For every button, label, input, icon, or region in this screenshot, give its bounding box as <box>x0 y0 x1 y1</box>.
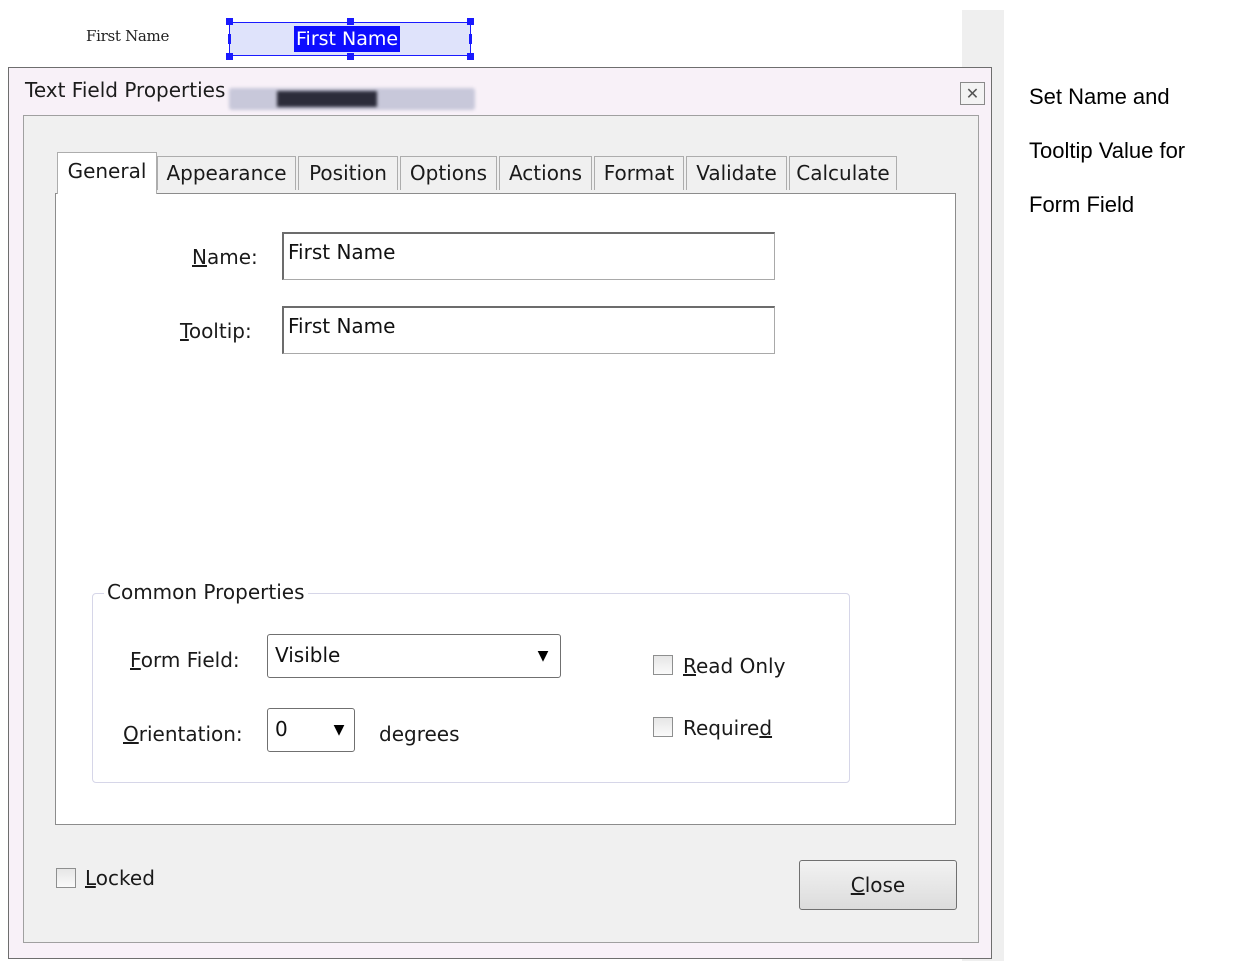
selected-form-field[interactable]: First Name <box>229 22 471 56</box>
mnemonic: T <box>180 319 189 343</box>
caption-text: Set Name and Tooltip Value for Form Fiel… <box>1029 70 1234 232</box>
resize-handle[interactable] <box>347 53 354 60</box>
button-label: lose <box>864 873 906 897</box>
tab-appearance[interactable]: Appearance <box>157 156 296 190</box>
tab-label: Actions <box>508 161 583 185</box>
tooltip-label: Tooltip: <box>180 319 252 343</box>
label-text: ead Only <box>696 654 786 678</box>
caption-line: Set Name and <box>1029 84 1170 109</box>
tab-label: Format <box>603 161 675 185</box>
select-value: Visible <box>275 643 341 667</box>
tab-label: Options <box>409 161 488 185</box>
form-field-text: First Name <box>294 26 401 52</box>
orientation-select[interactable]: 0 ▼ <box>267 708 355 752</box>
select-value: 0 <box>275 717 288 741</box>
label-text: ocked <box>95 866 155 890</box>
tab-validate[interactable]: Validate <box>686 156 787 190</box>
form-field-visibility-select[interactable]: Visible ▼ <box>267 634 561 678</box>
resize-handle[interactable] <box>226 53 233 60</box>
label-text: ooltip: <box>188 319 252 343</box>
tab-label: Position <box>309 161 387 185</box>
mnemonic: O <box>123 722 139 746</box>
resize-handle[interactable] <box>467 53 474 60</box>
tab-label: Calculate <box>796 161 890 185</box>
name-input[interactable]: First Name <box>282 232 775 280</box>
dialog-title: Text Field Properties <box>25 78 226 102</box>
tab-label: Validate <box>696 161 777 185</box>
form-field-label: Form Field: <box>130 648 240 672</box>
drag-ghost <box>229 88 475 110</box>
read-only-checkbox[interactable] <box>653 655 673 675</box>
label-text: ame: <box>206 245 258 269</box>
common-properties-group <box>92 593 850 783</box>
tab-format[interactable]: Format <box>594 156 684 190</box>
tooltip-input[interactable]: First Name <box>282 306 775 354</box>
mnemonic: F <box>130 648 141 672</box>
name-label: Name: <box>192 245 258 269</box>
orientation-label: Orientation: <box>123 722 243 746</box>
mnemonic: R <box>683 654 696 678</box>
label-text: Require <box>683 716 760 740</box>
tab-calculate[interactable]: Calculate <box>789 156 897 190</box>
tab-actions[interactable]: Actions <box>499 156 592 190</box>
close-icon[interactable]: ✕ <box>960 82 985 105</box>
tab-label: Appearance <box>166 161 287 185</box>
required-label: Required <box>683 716 772 740</box>
tab-label: General <box>67 159 147 183</box>
document-field-label: First Name <box>86 27 170 45</box>
resize-handle[interactable] <box>228 34 231 44</box>
label-text: orm Field: <box>140 648 240 672</box>
tab-options[interactable]: Options <box>400 156 497 190</box>
locked-checkbox[interactable] <box>56 868 76 888</box>
mnemonic: C <box>850 873 865 897</box>
required-checkbox[interactable] <box>653 717 673 737</box>
label-text: rientation: <box>138 722 243 746</box>
resize-handle[interactable] <box>347 18 354 25</box>
read-only-label: Read Only <box>683 654 785 678</box>
resize-handle[interactable] <box>226 18 233 25</box>
common-properties-title: Common Properties <box>104 580 308 604</box>
mnemonic: d <box>759 716 773 740</box>
resize-handle[interactable] <box>469 34 472 44</box>
close-button[interactable]: Close <box>799 860 957 910</box>
mnemonic: N <box>192 245 207 269</box>
caption-line: Form Field <box>1029 192 1135 217</box>
resize-handle[interactable] <box>467 18 474 25</box>
orientation-unit: degrees <box>379 722 460 746</box>
dropdown-arrow-icon[interactable]: ▼ <box>326 717 352 743</box>
locked-label: Locked <box>85 866 155 890</box>
tab-position[interactable]: Position <box>298 156 398 190</box>
mnemonic: L <box>85 866 96 890</box>
tab-general[interactable]: General <box>57 152 157 194</box>
caption-line: Tooltip Value for <box>1029 138 1186 163</box>
dropdown-arrow-icon[interactable]: ▼ <box>530 643 556 669</box>
